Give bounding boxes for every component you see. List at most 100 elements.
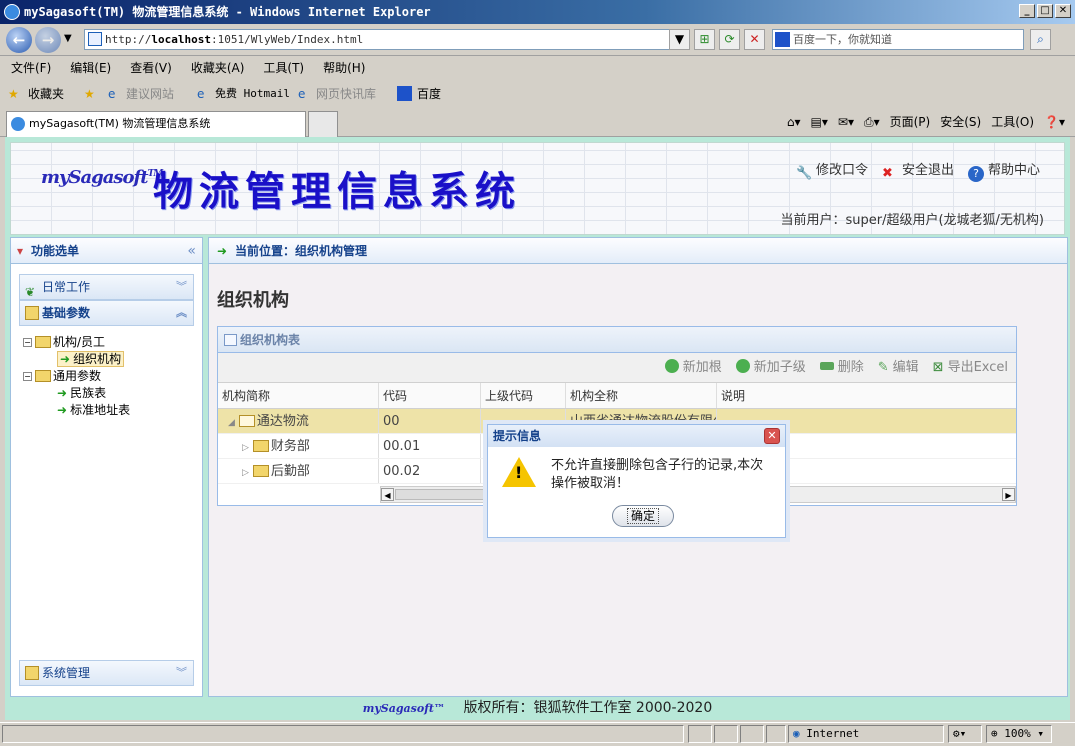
print-icon[interactable]: ⎙▾ — [864, 112, 880, 132]
status-seg — [766, 725, 786, 743]
basic-params-icon — [25, 306, 39, 320]
url-input[interactable]: http://localhost:1051/WlyWeb/Index.html — [84, 29, 686, 50]
delete-button[interactable]: 删除 — [819, 353, 864, 382]
add-root-button[interactable]: 新加根 — [664, 353, 722, 382]
refresh-icon[interactable]: ⟳ — [719, 29, 740, 50]
expanded-icon[interactable]: ◢ — [228, 418, 235, 428]
new-tab-button[interactable] — [308, 111, 338, 137]
current-user: 当前用户：super/超级用户(龙城老狐/无机构) — [780, 213, 1044, 228]
chevron-down-icon: ︾ — [176, 280, 187, 293]
forward-button[interactable]: → — [35, 27, 61, 53]
history-dropdown-icon[interactable]: ▼ — [64, 33, 72, 44]
collapsed-icon[interactable]: ▷ — [242, 468, 249, 478]
baidu-icon — [775, 32, 790, 47]
fav-link-baidu[interactable]: 百度 — [417, 82, 441, 106]
fav-link-webslice[interactable]: 网页快讯库 — [316, 82, 376, 106]
home-icon[interactable]: ⌂▾ — [787, 112, 801, 132]
url-dropdown-icon[interactable]: ▼ — [669, 29, 690, 50]
sidebar-tree: − 机构/员工 ➜ 组织机构 − 通用参数 ➜ 民族表 ➜ 标准地址表 — [23, 334, 130, 419]
menu-view[interactable]: 查看(V) — [130, 57, 172, 79]
tree-label: 民族表 — [70, 386, 107, 400]
tree-node-common[interactable]: − 通用参数 — [23, 368, 130, 385]
tab-bar: mySagasoft(TM) 物流管理信息系统 ⌂▾ ▤▾ ✉▾ ⎙▾ 页面(P… — [0, 108, 1075, 137]
column-header[interactable]: 机构简称 — [218, 383, 379, 408]
stop-icon[interactable]: ✕ — [744, 29, 765, 50]
arrow-right-icon: ➜ — [60, 352, 71, 366]
scroll-right-icon[interactable]: ▶ — [1002, 488, 1015, 501]
compat-view-icon[interactable]: ⊞ — [694, 29, 715, 50]
accordion-daily-work[interactable]: ❦ 日常工作 ︾ — [19, 274, 194, 300]
menu-favorites[interactable]: 收藏夹(A) — [191, 57, 245, 79]
grid-title-text: 组织机构表 — [240, 333, 301, 347]
fav-link-hotmail[interactable]: 免费 Hotmail — [215, 82, 290, 106]
zoom-icon: ⊕ — [991, 727, 998, 740]
add-child-button[interactable]: 新加子级 — [735, 353, 806, 382]
cmd-page[interactable]: 页面(P) — [890, 112, 931, 132]
search-icon[interactable]: ⌕ — [1030, 29, 1051, 50]
tree-item-organization[interactable]: ➜ 组织机构 — [23, 351, 130, 368]
tree-label: 通用参数 — [53, 369, 102, 383]
minus-icon[interactable]: − — [23, 338, 32, 347]
protected-mode-icon[interactable]: ⚙▾ — [948, 725, 982, 743]
cmd-tools[interactable]: 工具(O) — [991, 112, 1034, 132]
ok-button[interactable]: 确定 — [612, 505, 674, 527]
folder-open-icon — [238, 415, 255, 427]
sidebar-header: ▾ 功能选单 « — [11, 238, 202, 264]
zoom-control[interactable]: ⊕ 100% ▾ — [986, 725, 1052, 743]
back-button[interactable]: ← — [6, 27, 32, 53]
column-header[interactable]: 说明 — [717, 383, 1015, 408]
favorites-button[interactable]: 收藏夹 — [28, 82, 64, 106]
collapse-sidebar-icon[interactable]: « — [187, 238, 196, 264]
tree-label: 标准地址表 — [70, 403, 131, 417]
tree-node-org[interactable]: − 机构/员工 — [23, 334, 130, 351]
menu-file[interactable]: 文件(F) — [11, 57, 51, 79]
column-header[interactable]: 机构全称 — [566, 383, 717, 408]
minimize-icon[interactable]: _ — [1019, 4, 1035, 18]
header-banner: mySagasoftTM 物流管理信息系统 🔧 修改口令 ✖ 安全退出 ? 帮助中心 … — [10, 142, 1065, 235]
tree-label: 组织机构 — [73, 352, 122, 366]
copyright: 版权所有：银狐软件工作室 2000-2020 — [463, 700, 713, 716]
fav-link-suggested[interactable]: 建议网站 — [126, 82, 174, 106]
maximize-icon[interactable]: □ — [1037, 4, 1053, 18]
add-favorite-icon[interactable]: ★ — [84, 82, 95, 106]
feeds-icon[interactable]: ▤▾ — [811, 112, 828, 132]
menu-tools[interactable]: 工具(T) — [263, 57, 304, 79]
column-header[interactable]: 上级代码 — [481, 383, 566, 408]
column-header[interactable]: 代码 — [379, 383, 481, 408]
menu-edit[interactable]: 编辑(E) — [70, 57, 111, 79]
sidebar-title: 功能选单 — [31, 244, 80, 258]
logout-link[interactable]: ✖ 安全退出 — [882, 159, 954, 182]
chevron-up-icon: ︽ — [176, 306, 187, 319]
accordion-basic-params[interactable]: 基础参数 ︽ — [19, 300, 194, 326]
security-zone: ◉ Internet — [788, 725, 944, 743]
grid-title: 组织机构表 — [218, 327, 1016, 353]
accordion-label: 系统管理 — [42, 666, 91, 680]
accordion-system-admin[interactable]: 系统管理 ︾ — [19, 660, 194, 686]
help-icon[interactable]: ❓▾ — [1044, 112, 1065, 132]
url-path: :1051/WlyWeb/Index.html — [210, 33, 364, 46]
menu-help[interactable]: 帮助(H) — [323, 57, 365, 79]
collapsed-icon[interactable]: ▷ — [242, 443, 249, 453]
tree-item-ethnic[interactable]: ➜ 民族表 — [23, 385, 130, 402]
arrow-right-icon: ➜ — [57, 403, 68, 417]
help-icon: ? — [967, 166, 984, 182]
scroll-left-icon[interactable]: ◀ — [381, 488, 394, 501]
tree-item-address[interactable]: ➜ 标准地址表 — [23, 402, 130, 419]
close-icon[interactable]: ✕ — [764, 428, 780, 444]
help-center-link[interactable]: ? 帮助中心 — [967, 159, 1040, 182]
close-icon[interactable]: ✕ — [1055, 4, 1071, 18]
search-input[interactable]: 百度一下，你就知道 — [772, 29, 1024, 50]
daily-work-icon: ❦ — [25, 285, 36, 299]
cmd-safety[interactable]: 安全(S) — [940, 112, 981, 132]
export-excel-button[interactable]: ⊠ 导出Excel — [933, 353, 1008, 382]
mail-icon[interactable]: ✉▾ — [838, 112, 854, 132]
ie-icon — [11, 117, 25, 131]
cell-name: 通达物流 — [256, 414, 309, 429]
edit-button[interactable]: ✎ 编辑 — [878, 353, 919, 382]
system-title: 物流管理信息系统 — [153, 168, 521, 215]
star-icon: ★ — [8, 87, 19, 101]
browser-tab[interactable]: mySagasoft(TM) 物流管理信息系统 — [6, 111, 306, 137]
change-password-link[interactable]: 🔧 修改口令 — [796, 159, 868, 182]
grid-toolbar: 新加根 新加子级 删除 ✎ 编辑 ⊠ 导出Excel — [218, 353, 1016, 383]
minus-icon[interactable]: − — [23, 372, 32, 381]
